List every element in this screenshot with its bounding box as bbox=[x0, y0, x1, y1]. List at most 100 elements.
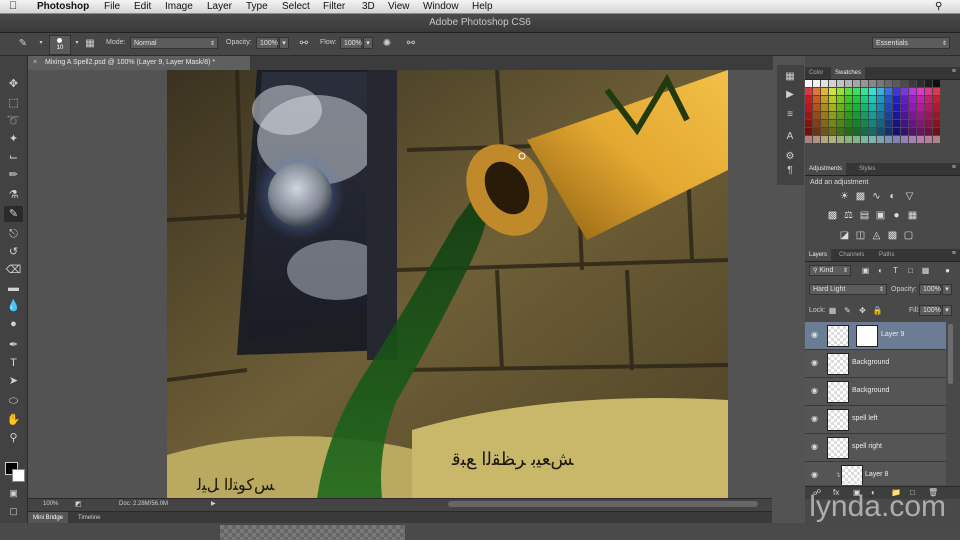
color-swatch[interactable] bbox=[837, 112, 844, 119]
layer-row[interactable]: ◉ Background bbox=[805, 350, 946, 378]
color-swatch[interactable] bbox=[829, 128, 836, 135]
color-swatch[interactable] bbox=[837, 104, 844, 111]
filter-pixel-icon[interactable]: ▣ bbox=[860, 265, 871, 276]
color-swatch[interactable] bbox=[821, 88, 828, 95]
color-swatch[interactable] bbox=[837, 80, 844, 87]
lock-all-icon[interactable]: 🔒 bbox=[872, 305, 883, 316]
color-swatch[interactable] bbox=[861, 120, 868, 127]
color-swatch[interactable] bbox=[861, 128, 868, 135]
color-swatch[interactable] bbox=[829, 104, 836, 111]
layer-mask-thumbnail[interactable] bbox=[856, 325, 878, 347]
color-swatch[interactable] bbox=[917, 96, 924, 103]
layers-scrollbar[interactable] bbox=[948, 324, 953, 384]
color-swatch[interactable] bbox=[805, 136, 812, 143]
color-swatch[interactable] bbox=[901, 136, 908, 143]
color-swatch[interactable] bbox=[901, 120, 908, 127]
color-swatch[interactable] bbox=[877, 128, 884, 135]
tab-paths[interactable]: Paths bbox=[875, 249, 898, 261]
color-swatch[interactable] bbox=[909, 104, 916, 111]
color-swatch[interactable] bbox=[845, 120, 852, 127]
eye-icon[interactable]: ◉ bbox=[811, 414, 821, 424]
healing-brush-tool-icon[interactable]: ⚗ bbox=[4, 187, 23, 203]
fill-input[interactable]: 100% bbox=[919, 305, 941, 316]
color-swatch[interactable] bbox=[821, 120, 828, 127]
eraser-tool-icon[interactable]: ⌫ bbox=[4, 262, 23, 278]
color-swatch[interactable] bbox=[829, 96, 836, 103]
filter-type-icon[interactable]: T bbox=[890, 265, 901, 276]
brush-tool-icon[interactable]: ✎ bbox=[4, 206, 23, 222]
color-swatch[interactable] bbox=[837, 88, 844, 95]
layer-filter-kind[interactable]: ⚲ Kind ⇕ bbox=[809, 265, 851, 276]
channel-mixer-icon[interactable]: ● bbox=[891, 210, 902, 221]
color-swatch[interactable] bbox=[805, 88, 812, 95]
menu-file[interactable]: File bbox=[104, 0, 120, 13]
pressure-opacity-icon[interactable]: ⚯ bbox=[297, 37, 311, 50]
export-icon[interactable]: ◩ bbox=[75, 500, 82, 508]
color-swatch[interactable] bbox=[885, 88, 892, 95]
marquee-tool-icon[interactable]: ⬚ bbox=[4, 95, 23, 111]
paragraph-icon[interactable]: ¶ bbox=[783, 165, 797, 179]
color-swatch[interactable] bbox=[925, 80, 932, 87]
color-swatch[interactable] bbox=[837, 120, 844, 127]
color-swatch[interactable] bbox=[869, 80, 876, 87]
color-swatch[interactable] bbox=[893, 88, 900, 95]
menu-select[interactable]: Select bbox=[282, 0, 310, 13]
background-color-swatch[interactable] bbox=[12, 469, 25, 482]
color-swatch[interactable] bbox=[861, 80, 868, 87]
color-swatch[interactable] bbox=[909, 112, 916, 119]
color-swatch[interactable] bbox=[853, 112, 860, 119]
color-swatch[interactable] bbox=[805, 128, 812, 135]
color-swatch[interactable] bbox=[861, 104, 868, 111]
color-swatch[interactable] bbox=[845, 104, 852, 111]
layer-row[interactable]: ◉ Background bbox=[805, 378, 946, 406]
curves-icon[interactable]: ∿ bbox=[871, 191, 882, 202]
color-swatch[interactable] bbox=[813, 80, 820, 87]
type-tool-icon[interactable]: T bbox=[4, 355, 23, 371]
airbrush-icon[interactable]: ✺ bbox=[380, 37, 394, 50]
color-swatch[interactable] bbox=[877, 136, 884, 143]
color-swatch[interactable] bbox=[861, 88, 868, 95]
tab-adjustments[interactable]: Adjustments bbox=[805, 163, 847, 175]
color-swatch[interactable] bbox=[917, 136, 924, 143]
color-swatch[interactable] bbox=[933, 112, 940, 119]
color-swatch[interactable] bbox=[869, 88, 876, 95]
blend-mode-select[interactable]: Hard Light ⇕ bbox=[809, 284, 887, 295]
tool-presets-icon[interactable]: ⚙ bbox=[783, 151, 797, 165]
vibrance-icon[interactable]: ▽ bbox=[904, 191, 915, 202]
layer-opacity-input[interactable]: 100% bbox=[919, 284, 941, 295]
color-swatch[interactable] bbox=[917, 80, 924, 87]
color-swatch[interactable] bbox=[885, 120, 892, 127]
color-swatch[interactable] bbox=[853, 120, 860, 127]
color-swatch[interactable] bbox=[837, 136, 844, 143]
tab-styles[interactable]: Styles bbox=[855, 163, 879, 175]
ellipse-tool-icon[interactable]: ⬭ bbox=[4, 393, 23, 409]
color-swatch[interactable] bbox=[885, 128, 892, 135]
color-swatch[interactable] bbox=[901, 104, 908, 111]
status-arrow-icon[interactable]: ▶ bbox=[211, 500, 216, 507]
color-swatch[interactable] bbox=[877, 80, 884, 87]
brush-panel-icon[interactable]: ▦ bbox=[83, 37, 97, 50]
opacity-input[interactable]: 100% bbox=[256, 37, 278, 49]
color-swatch[interactable] bbox=[829, 80, 836, 87]
history-icon[interactable]: ▦ bbox=[783, 71, 797, 85]
color-swatch[interactable] bbox=[925, 136, 932, 143]
color-swatch[interactable] bbox=[805, 96, 812, 103]
layer-opacity-dropdown[interactable]: ▾ bbox=[942, 284, 952, 295]
color-swatch[interactable] bbox=[813, 112, 820, 119]
color-swatch[interactable] bbox=[893, 80, 900, 87]
color-swatch[interactable] bbox=[877, 96, 884, 103]
color-swatch[interactable] bbox=[925, 96, 932, 103]
color-swatch[interactable] bbox=[877, 104, 884, 111]
color-swatch[interactable] bbox=[869, 112, 876, 119]
color-swatch[interactable] bbox=[901, 128, 908, 135]
color-swatch[interactable] bbox=[821, 112, 828, 119]
color-swatch[interactable] bbox=[925, 128, 932, 135]
color-swatch[interactable] bbox=[909, 136, 916, 143]
flow-dropdown[interactable]: ▾ bbox=[363, 37, 373, 49]
gradient-tool-icon[interactable]: ▬ bbox=[4, 280, 23, 296]
actions-icon[interactable]: ▶ bbox=[783, 89, 797, 103]
layer-row[interactable]: ◉ Layer 9 bbox=[805, 322, 946, 350]
blur-tool-icon[interactable]: 💧 bbox=[4, 298, 23, 314]
zoom-level[interactable]: 100% bbox=[43, 501, 58, 507]
color-swatch[interactable] bbox=[821, 80, 828, 87]
